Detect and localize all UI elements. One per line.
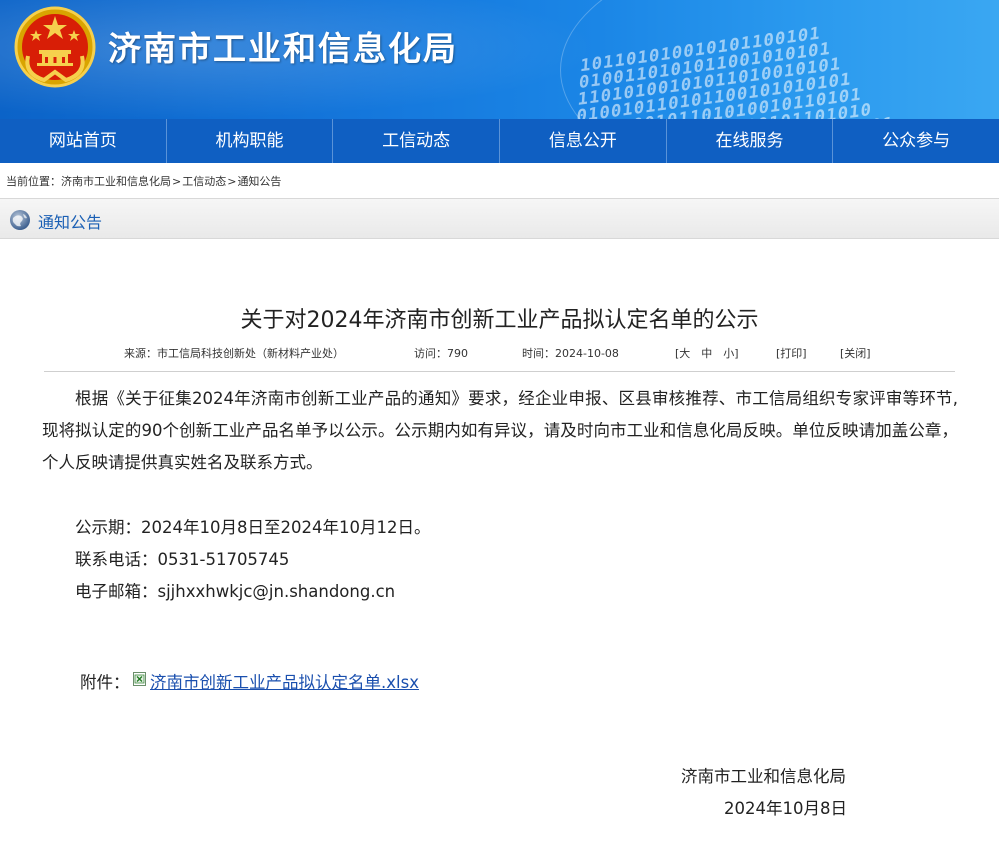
- breadcrumb-link-news[interactable]: 工信动态: [182, 175, 226, 188]
- attachment-label: 附件：: [80, 673, 130, 692]
- contact-phone: 联系电话：0531-51705745: [75, 550, 290, 569]
- close-button[interactable]: [关闭]: [840, 345, 871, 361]
- main-nav: 网站首页 机构职能 工信动态 信息公开 在线服务 公众参与: [0, 119, 999, 163]
- signature-org: 济南市工业和信息化局: [681, 767, 846, 786]
- site-title[interactable]: 济南市工业和信息化局: [108, 22, 458, 70]
- section-title[interactable]: 通知公告: [38, 209, 102, 233]
- breadcrumb-separator: >: [172, 175, 182, 188]
- nav-item-services[interactable]: 在线服务: [667, 119, 834, 163]
- national-emblem-icon[interactable]: [14, 6, 96, 88]
- nav-item-home[interactable]: 网站首页: [0, 119, 167, 163]
- article-title: 关于对2024年济南市创新工业产品拟认定名单的公示: [240, 308, 759, 333]
- breadcrumb-separator: >: [227, 175, 237, 188]
- article-source: 来源：市工信局科技创新处（新材料产业处）: [124, 347, 344, 360]
- excel-file-icon: [133, 672, 146, 686]
- breadcrumb: 当前位置：济南市工业和信息化局>工信动态>通知公告: [6, 173, 281, 189]
- article-time: 时间：2024-10-08: [522, 347, 619, 360]
- attachment-link[interactable]: 济南市创新工业产品拟认定名单.xlsx: [150, 669, 419, 693]
- publicity-period: 公示期：2024年10月8日至2024年10月12日。: [75, 518, 431, 537]
- nav-item-functions[interactable]: 机构职能: [167, 119, 334, 163]
- globe-icon: [10, 210, 30, 230]
- signature-date: 2024年10月8日: [724, 799, 847, 818]
- section-header: 通知公告: [0, 198, 999, 239]
- font-size-control[interactable]: [大 中 小]: [675, 345, 739, 361]
- contact-email: 电子邮箱：sjjhxxhwkjc@jn.shandong.cn: [75, 582, 396, 601]
- nav-item-news[interactable]: 工信动态: [333, 119, 501, 163]
- nav-item-disclosure[interactable]: 信息公开: [500, 119, 667, 163]
- breadcrumb-prefix: 当前位置：: [6, 175, 61, 188]
- article-visits: 访问：790: [414, 347, 468, 360]
- breadcrumb-link-home[interactable]: 济南市工业和信息化局: [61, 175, 171, 188]
- breadcrumb-link-notices[interactable]: 通知公告: [237, 175, 281, 188]
- header-banner: 101101010010101100101 0100110101011001010…: [0, 0, 999, 119]
- meta-divider: [44, 371, 955, 372]
- article-body: 根据《关于征集2024年济南市创新工业产品的通知》要求，经企业申报、区县审核推荐…: [42, 389, 958, 472]
- nav-item-participation[interactable]: 公众参与: [833, 119, 999, 163]
- print-button[interactable]: [打印]: [776, 345, 807, 361]
